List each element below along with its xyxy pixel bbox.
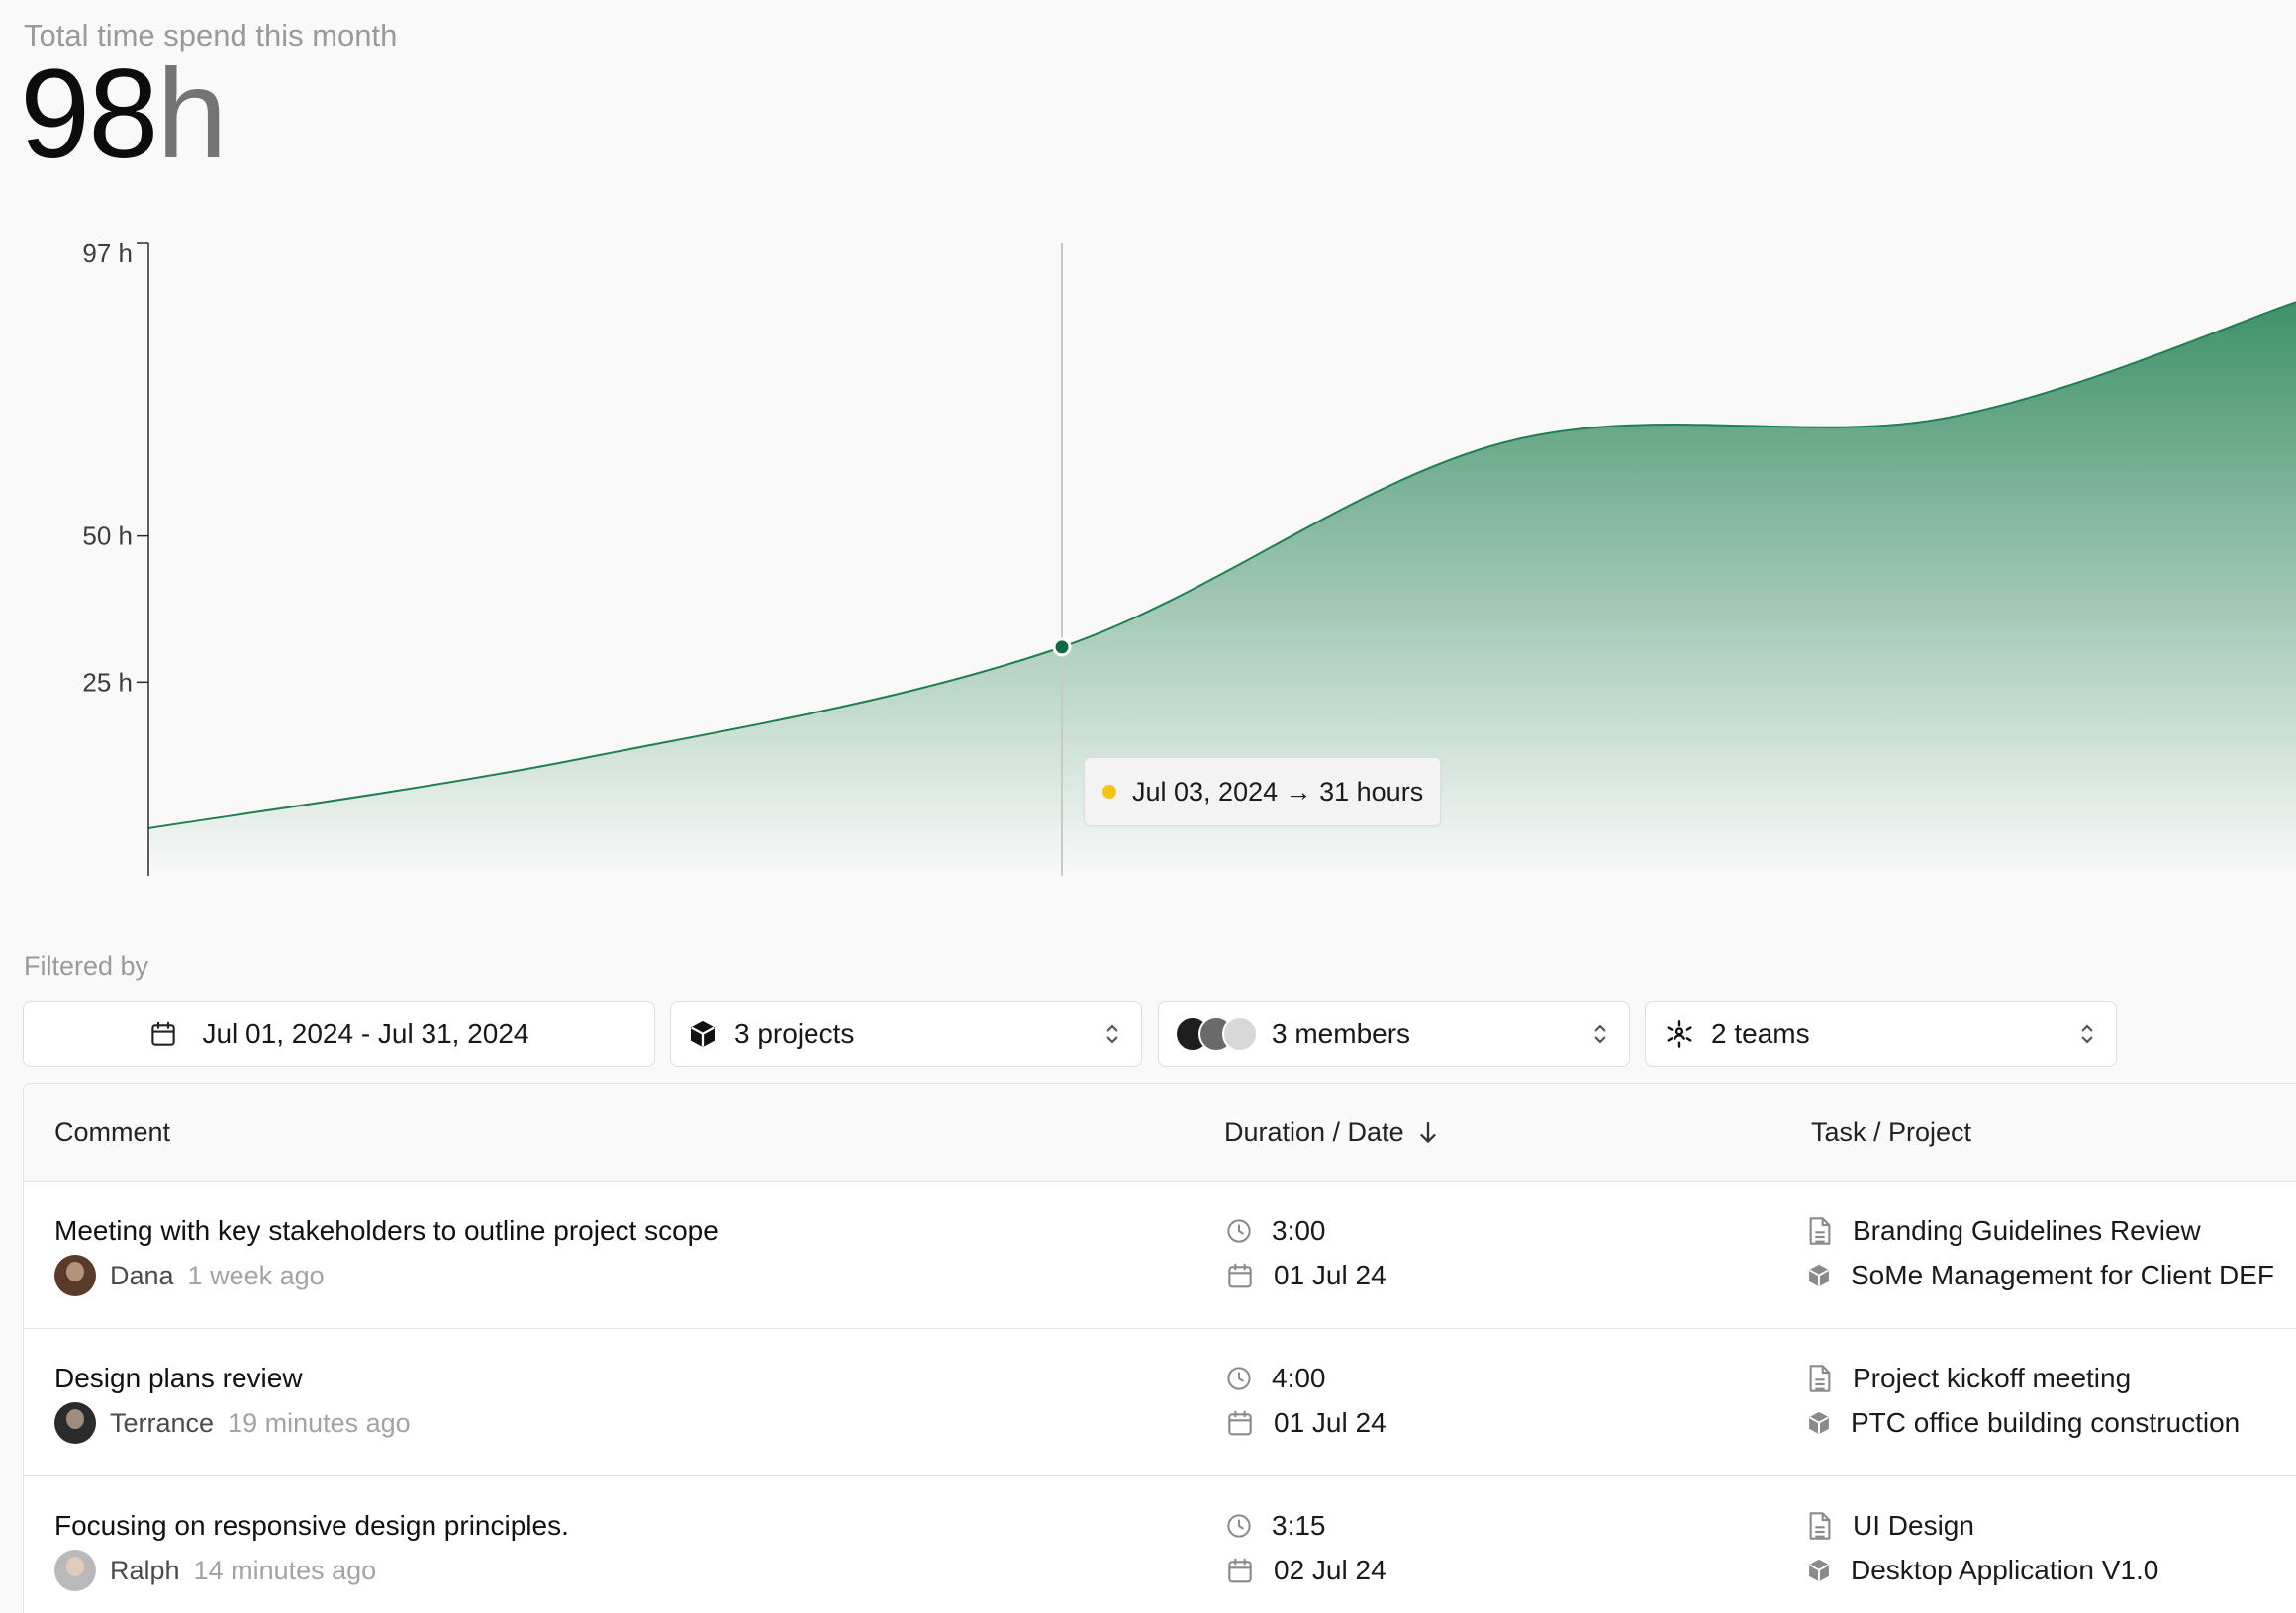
document-icon — [1805, 1510, 1835, 1542]
entry-date: 01 Jul 24 — [1274, 1260, 1387, 1290]
avatar — [1222, 1016, 1258, 1052]
document-icon — [1805, 1363, 1835, 1394]
filter-label: Filtered by — [24, 951, 149, 981]
members-filter[interactable]: 3 members — [1158, 1001, 1630, 1067]
project-line: Desktop Application V1.0 — [1805, 1555, 2158, 1586]
y-tick-label: 25 h — [82, 667, 133, 697]
entry-meta: Ralph 14 minutes ago — [54, 1550, 376, 1591]
y-tick-label: 97 h — [82, 238, 133, 268]
hover-point — [1052, 637, 1072, 657]
cube-icon — [687, 1018, 718, 1050]
column-header-comment[interactable]: Comment — [54, 1117, 170, 1148]
cube-icon — [1805, 1556, 1833, 1585]
cube-icon — [1805, 1261, 1833, 1290]
calendar-icon — [1224, 1555, 1256, 1586]
column-header-label: Comment — [54, 1117, 171, 1147]
date-range-filter[interactable]: Jul 01, 2024 - Jul 31, 2024 — [23, 1001, 655, 1067]
entry-task: Project kickoff meeting — [1853, 1363, 2132, 1393]
tooltip-marker-dot — [1102, 785, 1116, 799]
entry-duration: 3:00 — [1272, 1215, 1326, 1246]
duration-line: 3:00 — [1224, 1215, 1326, 1247]
date-line: 02 Jul 24 — [1224, 1555, 1387, 1586]
avatar — [54, 1550, 96, 1591]
arrow-down-icon — [1418, 1120, 1438, 1146]
table-header: Comment Duration / Date Task / Project — [24, 1084, 2296, 1182]
table-row[interactable]: Focusing on responsive design principles… — [24, 1476, 2296, 1613]
duration-line: 3:15 — [1224, 1510, 1326, 1542]
entry-time-ago: 19 minutes ago — [228, 1407, 411, 1438]
cube-icon — [1805, 1408, 1833, 1438]
column-header-label: Duration / Date — [1224, 1117, 1404, 1147]
column-header-duration-date[interactable]: Duration / Date — [1224, 1117, 1438, 1148]
avatar — [54, 1402, 96, 1444]
entry-date: 01 Jul 24 — [1274, 1407, 1387, 1438]
projects-filter[interactable]: 3 projects — [670, 1001, 1142, 1067]
entry-task: UI Design — [1853, 1510, 1974, 1541]
summary-value: 98h — [20, 51, 228, 178]
entry-time-ago: 14 minutes ago — [193, 1555, 377, 1585]
summary-unit: h — [156, 44, 227, 185]
calendar-icon — [1224, 1260, 1256, 1291]
entry-user: Dana — [110, 1260, 174, 1290]
entry-meta: Dana 1 week ago — [54, 1255, 325, 1296]
table-row[interactable]: Meeting with key stakeholders to outline… — [24, 1182, 2296, 1329]
team-icon — [1664, 1018, 1695, 1050]
chevron-updown-icon — [1103, 1021, 1121, 1047]
clock-icon — [1224, 1216, 1254, 1246]
calendar-icon — [148, 1019, 178, 1049]
chevron-updown-icon — [2078, 1021, 2096, 1047]
tooltip-text: Jul 03, 2024 → 31 hours — [1132, 776, 1424, 806]
member-avatars — [1175, 1016, 1258, 1052]
clock-icon — [1224, 1364, 1254, 1393]
teams-filter[interactable]: 2 teams — [1645, 1001, 2117, 1067]
task-line: Branding Guidelines Review — [1805, 1215, 2201, 1247]
entry-date: 02 Jul 24 — [1274, 1555, 1387, 1585]
project-line: SoMe Management for Client DEF — [1805, 1260, 2274, 1291]
table-row[interactable]: Design plans review Terrance 19 minutes … — [24, 1329, 2296, 1476]
entry-task: Branding Guidelines Review — [1853, 1215, 2201, 1246]
entry-project: SoMe Management for Client DEF — [1851, 1260, 2274, 1290]
entry-comment: Meeting with key stakeholders to outline… — [54, 1215, 718, 1246]
entry-duration: 4:00 — [1272, 1363, 1326, 1393]
entry-user: Terrance — [110, 1407, 215, 1438]
date-line: 01 Jul 24 — [1224, 1260, 1387, 1291]
entry-project: Desktop Application V1.0 — [1851, 1555, 2159, 1585]
projects-value: 3 projects — [734, 1018, 855, 1049]
teams-value: 2 teams — [1711, 1018, 1810, 1049]
calendar-icon — [1224, 1407, 1256, 1439]
column-header-task-project[interactable]: Task / Project — [1811, 1117, 1971, 1148]
y-tick-label: 50 h — [82, 522, 133, 551]
entry-comment: Focusing on responsive design principles… — [54, 1510, 569, 1541]
clock-icon — [1224, 1511, 1254, 1541]
summary-number: 98 — [20, 44, 158, 185]
time-chart: 97 h 50 h 25 h Jul 03, 2024 → 31 hours — [0, 228, 2296, 891]
duration-line: 4:00 — [1224, 1363, 1326, 1394]
entry-time-ago: 1 week ago — [187, 1260, 325, 1290]
entry-comment: Design plans review — [54, 1363, 303, 1393]
chevron-updown-icon — [1591, 1021, 1609, 1047]
date-line: 01 Jul 24 — [1224, 1407, 1387, 1439]
chart-tooltip: Jul 03, 2024 → 31 hours — [1084, 757, 1442, 826]
document-icon — [1805, 1215, 1835, 1247]
avatar — [54, 1255, 96, 1296]
task-line: UI Design — [1805, 1510, 1974, 1542]
date-range-value: Jul 01, 2024 - Jul 31, 2024 — [202, 1018, 529, 1049]
entry-duration: 3:15 — [1272, 1510, 1326, 1541]
entry-meta: Terrance 19 minutes ago — [54, 1402, 411, 1444]
entry-project: PTC office building construction — [1851, 1407, 2241, 1438]
column-header-label: Task / Project — [1811, 1117, 1972, 1147]
entry-user: Ralph — [110, 1555, 180, 1585]
members-value: 3 members — [1272, 1018, 1411, 1049]
task-line: Project kickoff meeting — [1805, 1363, 2131, 1394]
project-line: PTC office building construction — [1805, 1407, 2240, 1439]
time-entries-table: Comment Duration / Date Task / Project M… — [23, 1083, 2296, 1613]
